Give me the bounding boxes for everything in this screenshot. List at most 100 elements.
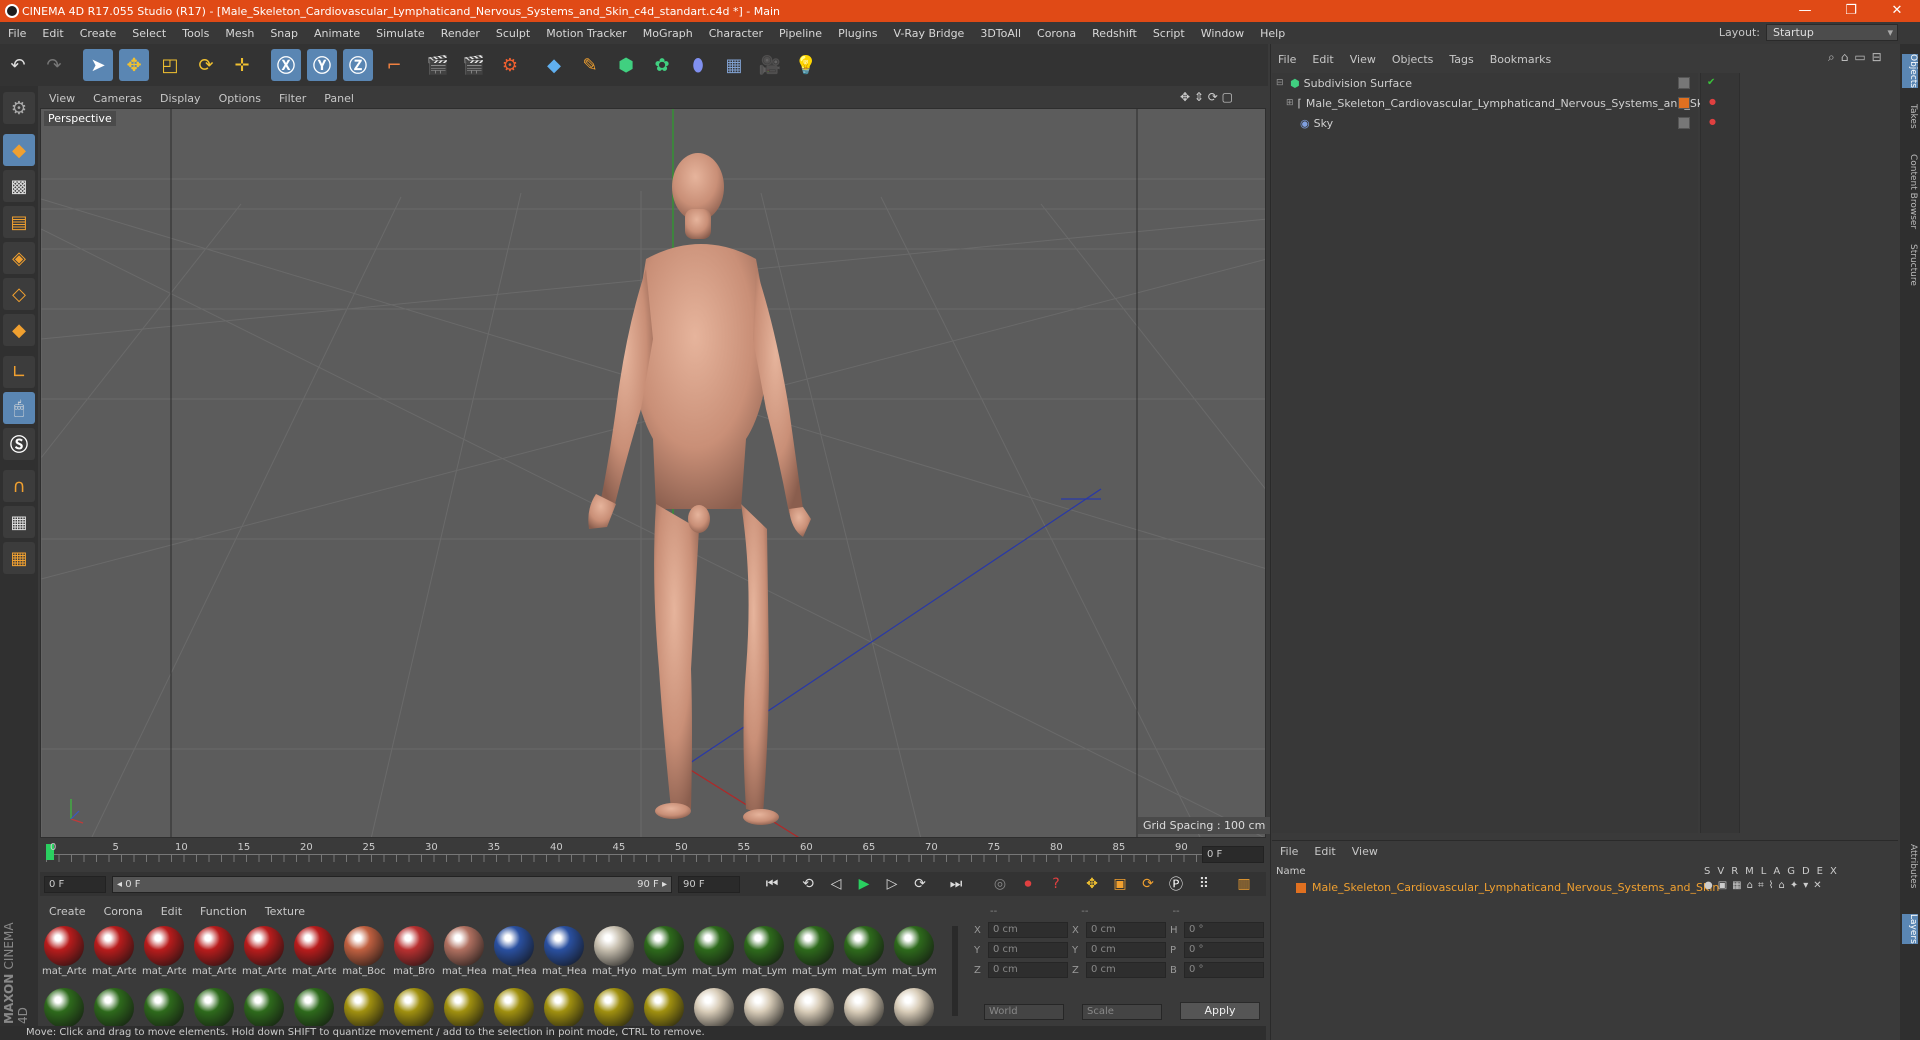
material-swatch[interactable]: mat_Arte: [92, 926, 136, 977]
expand-icon[interactable]: ⊞: [1286, 98, 1294, 108]
material-swatch[interactable]: [342, 988, 386, 1026]
perspective-viewport[interactable]: [40, 108, 1266, 838]
texture-mode-icon[interactable]: ▩: [3, 170, 35, 202]
material-swatch[interactable]: mat_Bro: [392, 926, 436, 977]
object-row-sky[interactable]: ◉ Sky: [1272, 113, 1698, 133]
side-tab-layers[interactable]: Layers: [1902, 914, 1918, 944]
viewport-menu-panel[interactable]: Panel: [315, 92, 363, 105]
material-swatch[interactable]: mat_Lym: [742, 926, 786, 977]
material-swatch[interactable]: [742, 988, 786, 1026]
coord-value-field[interactable]: 0 cm: [988, 922, 1068, 938]
coord-value-field[interactable]: 0 °: [1184, 962, 1264, 978]
end-frame-field[interactable]: 90 F: [678, 875, 740, 893]
menu-window[interactable]: Window: [1193, 27, 1252, 40]
key-parameter-icon[interactable]: Ⓟ: [1164, 873, 1188, 895]
timeline-window-icon[interactable]: ▥: [1232, 873, 1256, 895]
material-swatch[interactable]: [842, 988, 886, 1026]
autokey-icon[interactable]: ?: [1044, 873, 1068, 895]
material-swatch[interactable]: mat_Lym: [892, 926, 936, 977]
restore-button[interactable]: ❐: [1828, 0, 1874, 22]
menu-motion-tracker[interactable]: Motion Tracker: [538, 27, 634, 40]
menu-create[interactable]: Create: [72, 27, 125, 40]
editor-visibility-dot-icon[interactable]: ●: [1709, 117, 1716, 126]
floor-object-icon[interactable]: ▦: [719, 49, 749, 81]
menu-render[interactable]: Render: [433, 27, 488, 40]
viewport-menu-display[interactable]: Display: [151, 92, 210, 105]
material-swatch[interactable]: [442, 988, 486, 1026]
play-icon[interactable]: ▶: [852, 873, 876, 895]
material-swatch[interactable]: mat_Arte: [292, 926, 336, 977]
material-swatch[interactable]: mat_Arte: [242, 926, 286, 977]
light-object-icon[interactable]: 💡: [791, 49, 821, 81]
material-swatch[interactable]: [642, 988, 686, 1026]
menu-sculpt[interactable]: Sculpt: [488, 27, 538, 40]
menu-mograph[interactable]: MoGraph: [635, 27, 701, 40]
subdivision-surface-icon[interactable]: ⬢: [611, 49, 641, 81]
side-tab-structure[interactable]: Structure: [1902, 244, 1918, 286]
motion-record-icon[interactable]: ◎: [988, 873, 1012, 895]
pen-spline-icon[interactable]: ✎: [575, 49, 605, 81]
previous-key-icon[interactable]: ⟲: [796, 873, 820, 895]
menu-select[interactable]: Select: [124, 27, 174, 40]
make-editable-icon[interactable]: ⚙: [3, 92, 35, 124]
material-swatch[interactable]: [792, 988, 836, 1026]
timeline-ruler[interactable]: 0 5 10 15 20 25 30 35 40 45 50 55 60 65 70 75 80 85 90 0 F: [40, 840, 1266, 872]
tweak-mode-icon[interactable]: 🖱: [3, 392, 35, 424]
menu-corona[interactable]: Corona: [1029, 27, 1084, 40]
close-button[interactable]: ✕: [1874, 0, 1920, 22]
material-menu-corona[interactable]: Corona: [95, 905, 152, 918]
select-pointer-icon[interactable]: ➤: [83, 49, 113, 81]
key-pla-icon[interactable]: ⠿: [1192, 873, 1216, 895]
material-swatch[interactable]: [892, 988, 936, 1026]
snap-icon[interactable]: Ⓢ: [3, 428, 35, 460]
material-menu-texture[interactable]: Texture: [256, 905, 314, 918]
material-swatch[interactable]: mat_Arte: [192, 926, 236, 977]
menu-file[interactable]: File: [0, 27, 34, 40]
menu-character[interactable]: Character: [701, 27, 771, 40]
cloner-icon[interactable]: ✿: [647, 49, 677, 81]
menu-plugins[interactable]: Plugins: [830, 27, 885, 40]
x-axis-lock-icon[interactable]: Ⓧ: [271, 49, 301, 81]
menu-simulate[interactable]: Simulate: [368, 27, 433, 40]
tag-icon[interactable]: [1678, 117, 1690, 129]
coord-value-field[interactable]: 0 °: [1184, 922, 1264, 938]
material-swatch[interactable]: mat_Lym: [842, 926, 886, 977]
menu-script[interactable]: Script: [1145, 27, 1193, 40]
menu-v-ray-bridge[interactable]: V-Ray Bridge: [885, 27, 972, 40]
coord-value-field[interactable]: 0 cm: [1086, 962, 1166, 978]
go-to-end-icon[interactable]: ⏭: [944, 873, 968, 895]
coord-value-field[interactable]: 0 cm: [1086, 942, 1166, 958]
range-slider[interactable]: ◂ 0 F 90 F ▸: [112, 875, 672, 893]
magnet-icon[interactable]: ∩: [3, 470, 35, 502]
layer-menu-edit[interactable]: Edit: [1306, 845, 1343, 858]
last-tool-icon[interactable]: ✛: [227, 49, 257, 81]
record-key-icon[interactable]: ⏺: [1016, 873, 1040, 895]
start-frame-field[interactable]: 0 F: [44, 875, 106, 893]
key-scale-icon[interactable]: ▣: [1108, 873, 1132, 895]
cube-object-icon[interactable]: ◆: [539, 49, 569, 81]
workplane-mode-icon[interactable]: ▤: [3, 206, 35, 238]
rotate-tool-icon[interactable]: ⟳: [191, 49, 221, 81]
layout-dropdown[interactable]: Startup: [1766, 24, 1898, 41]
material-menu-edit[interactable]: Edit: [152, 905, 191, 918]
layer-color-icon[interactable]: [1678, 97, 1690, 109]
menu-tools[interactable]: Tools: [174, 27, 217, 40]
coord-value-field[interactable]: 0 °: [1184, 942, 1264, 958]
go-to-start-icon[interactable]: ⏮: [760, 873, 784, 895]
material-swatch[interactable]: [42, 988, 86, 1026]
coordinate-system-icon[interactable]: ⌐: [379, 49, 409, 81]
model-mode-icon[interactable]: ◆: [3, 134, 35, 166]
scale-tool-icon[interactable]: ◰: [155, 49, 185, 81]
object-menu-edit[interactable]: Edit: [1304, 53, 1341, 66]
material-swatch[interactable]: mat_Arte: [142, 926, 186, 977]
layer-menu-file[interactable]: File: [1272, 845, 1306, 858]
object-menu-view[interactable]: View: [1342, 53, 1384, 66]
next-key-icon[interactable]: ⟳: [908, 873, 932, 895]
object-menu-file[interactable]: File: [1270, 53, 1304, 66]
layer-flag-icons[interactable]: ●▣▦⌂⌗⌇⌂✦▾✕: [1704, 880, 1827, 891]
menu-mesh[interactable]: Mesh: [217, 27, 262, 40]
side-tab-takes[interactable]: Takes: [1902, 104, 1918, 129]
material-swatch[interactable]: [492, 988, 536, 1026]
side-tab-content-browser[interactable]: Content Browser: [1902, 154, 1918, 229]
material-swatch[interactable]: [142, 988, 186, 1026]
